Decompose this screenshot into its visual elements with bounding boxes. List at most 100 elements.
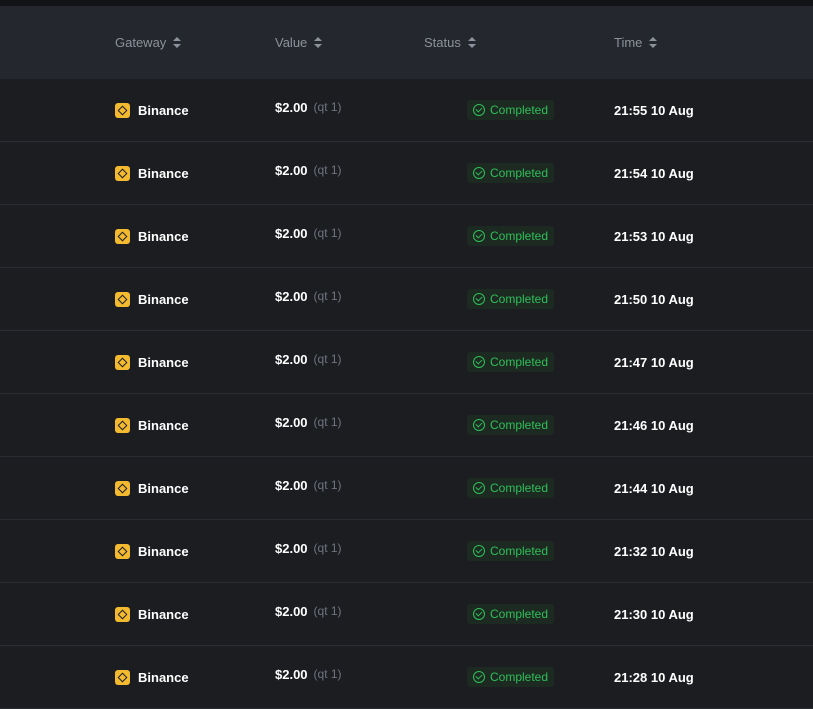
sort-icon[interactable] bbox=[173, 37, 182, 48]
binance-logo-icon bbox=[115, 291, 130, 307]
header-time[interactable]: Time bbox=[614, 35, 658, 50]
status-label: Completed bbox=[490, 544, 549, 558]
gateway-cell: Binance bbox=[115, 268, 189, 330]
table-row[interactable]: Binance $2.00 (qt 1) Completed 21:32 10 … bbox=[0, 520, 813, 583]
sort-icon[interactable] bbox=[649, 37, 658, 48]
table-row[interactable]: Binance $2.00 (qt 1) Completed 21:30 10 … bbox=[0, 583, 813, 646]
status-label: Completed bbox=[490, 229, 549, 243]
header-status[interactable]: Status bbox=[424, 35, 476, 50]
price: $2.00 bbox=[275, 288, 308, 304]
gateway-cell: Binance bbox=[115, 646, 189, 708]
price: $2.00 bbox=[275, 666, 308, 682]
header-status-label: Status bbox=[424, 35, 461, 50]
header-gateway[interactable]: Gateway bbox=[115, 35, 182, 50]
status-label: Completed bbox=[490, 607, 549, 621]
gateway-name: Binance bbox=[138, 417, 189, 433]
status-cell: Completed bbox=[467, 583, 555, 645]
status-badge: Completed bbox=[467, 478, 555, 498]
gateway-cell: Binance bbox=[115, 457, 189, 519]
price: $2.00 bbox=[275, 414, 308, 430]
timestamp: 21:47 10 Aug bbox=[614, 354, 694, 370]
gateway-name: Binance bbox=[138, 606, 189, 622]
status-badge: Completed bbox=[467, 226, 555, 246]
header-gateway-label: Gateway bbox=[115, 35, 167, 50]
gateway-name: Binance bbox=[138, 543, 189, 559]
status-cell: Completed bbox=[467, 394, 555, 456]
binance-logo-icon bbox=[115, 417, 130, 433]
timestamp: 21:30 10 Aug bbox=[614, 606, 694, 622]
gateway-cell: Binance bbox=[115, 520, 189, 582]
status-label: Completed bbox=[490, 418, 549, 432]
status-cell: Completed bbox=[467, 520, 555, 582]
gateway-name: Binance bbox=[138, 228, 189, 244]
check-circle-icon bbox=[473, 419, 485, 431]
status-cell: Completed bbox=[467, 79, 555, 141]
table-row[interactable]: Binance $2.00 (qt 1) Completed 21:54 10 … bbox=[0, 142, 813, 205]
sort-icon[interactable] bbox=[467, 37, 476, 48]
binance-logo-icon bbox=[115, 102, 130, 118]
time-cell: 21:55 10 Aug bbox=[614, 79, 694, 141]
gateway-name: Binance bbox=[138, 480, 189, 496]
quantity: (qt 1) bbox=[313, 604, 342, 618]
table-row[interactable]: Binance $2.00 (qt 1) Completed 21:47 10 … bbox=[0, 331, 813, 394]
time-cell: 21:54 10 Aug bbox=[614, 142, 694, 204]
status-label: Completed bbox=[490, 355, 549, 369]
quantity: (qt 1) bbox=[313, 667, 342, 681]
gateway-cell: Binance bbox=[115, 331, 189, 393]
status-badge: Completed bbox=[467, 100, 555, 120]
value-cell: $2.00 (qt 1) bbox=[275, 580, 342, 642]
time-cell: 21:46 10 Aug bbox=[614, 394, 694, 456]
time-cell: 21:28 10 Aug bbox=[614, 646, 694, 708]
timestamp: 21:55 10 Aug bbox=[614, 102, 694, 118]
sort-icon[interactable] bbox=[314, 37, 323, 48]
table-row[interactable]: Binance $2.00 (qt 1) Completed 21:55 10 … bbox=[0, 79, 813, 142]
time-cell: 21:50 10 Aug bbox=[614, 268, 694, 330]
status-cell: Completed bbox=[467, 331, 555, 393]
value-cell: $2.00 (qt 1) bbox=[275, 76, 342, 138]
price: $2.00 bbox=[275, 99, 308, 115]
gateway-cell: Binance bbox=[115, 142, 189, 204]
status-badge: Completed bbox=[467, 289, 555, 309]
quantity: (qt 1) bbox=[313, 100, 342, 114]
gateway-cell: Binance bbox=[115, 394, 189, 456]
status-badge: Completed bbox=[467, 667, 555, 687]
timestamp: 21:53 10 Aug bbox=[614, 228, 694, 244]
check-circle-icon bbox=[473, 356, 485, 368]
table-row[interactable]: Binance $2.00 (qt 1) Completed 21:46 10 … bbox=[0, 394, 813, 457]
table-row[interactable]: Binance $2.00 (qt 1) Completed 21:50 10 … bbox=[0, 268, 813, 331]
timestamp: 21:32 10 Aug bbox=[614, 543, 694, 559]
check-circle-icon bbox=[473, 293, 485, 305]
price: $2.00 bbox=[275, 477, 308, 493]
status-cell: Completed bbox=[467, 205, 555, 267]
value-cell: $2.00 (qt 1) bbox=[275, 328, 342, 390]
price: $2.00 bbox=[275, 162, 308, 178]
status-badge: Completed bbox=[467, 415, 555, 435]
header-value[interactable]: Value bbox=[275, 35, 323, 50]
value-cell: $2.00 (qt 1) bbox=[275, 202, 342, 264]
status-badge: Completed bbox=[467, 604, 555, 624]
timestamp: 21:54 10 Aug bbox=[614, 165, 694, 181]
check-circle-icon bbox=[473, 608, 485, 620]
gateway-name: Binance bbox=[138, 291, 189, 307]
table-row[interactable]: Binance $2.00 (qt 1) Completed 21:28 10 … bbox=[0, 646, 813, 709]
table-row[interactable]: Binance $2.00 (qt 1) Completed 21:44 10 … bbox=[0, 457, 813, 520]
binance-logo-icon bbox=[115, 669, 130, 685]
gateway-name: Binance bbox=[138, 102, 189, 118]
quantity: (qt 1) bbox=[313, 352, 342, 366]
gateway-name: Binance bbox=[138, 165, 189, 181]
time-cell: 21:53 10 Aug bbox=[614, 205, 694, 267]
transactions-table: Gateway Value Status Time Binance $2.00 … bbox=[0, 6, 813, 709]
check-circle-icon bbox=[473, 545, 485, 557]
gateway-name: Binance bbox=[138, 354, 189, 370]
quantity: (qt 1) bbox=[313, 163, 342, 177]
table-row[interactable]: Binance $2.00 (qt 1) Completed 21:53 10 … bbox=[0, 205, 813, 268]
price: $2.00 bbox=[275, 540, 308, 556]
gateway-cell: Binance bbox=[115, 205, 189, 267]
quantity: (qt 1) bbox=[313, 541, 342, 555]
status-cell: Completed bbox=[467, 457, 555, 519]
binance-logo-icon bbox=[115, 480, 130, 496]
status-label: Completed bbox=[490, 481, 549, 495]
quantity: (qt 1) bbox=[313, 226, 342, 240]
status-badge: Completed bbox=[467, 352, 555, 372]
status-cell: Completed bbox=[467, 268, 555, 330]
